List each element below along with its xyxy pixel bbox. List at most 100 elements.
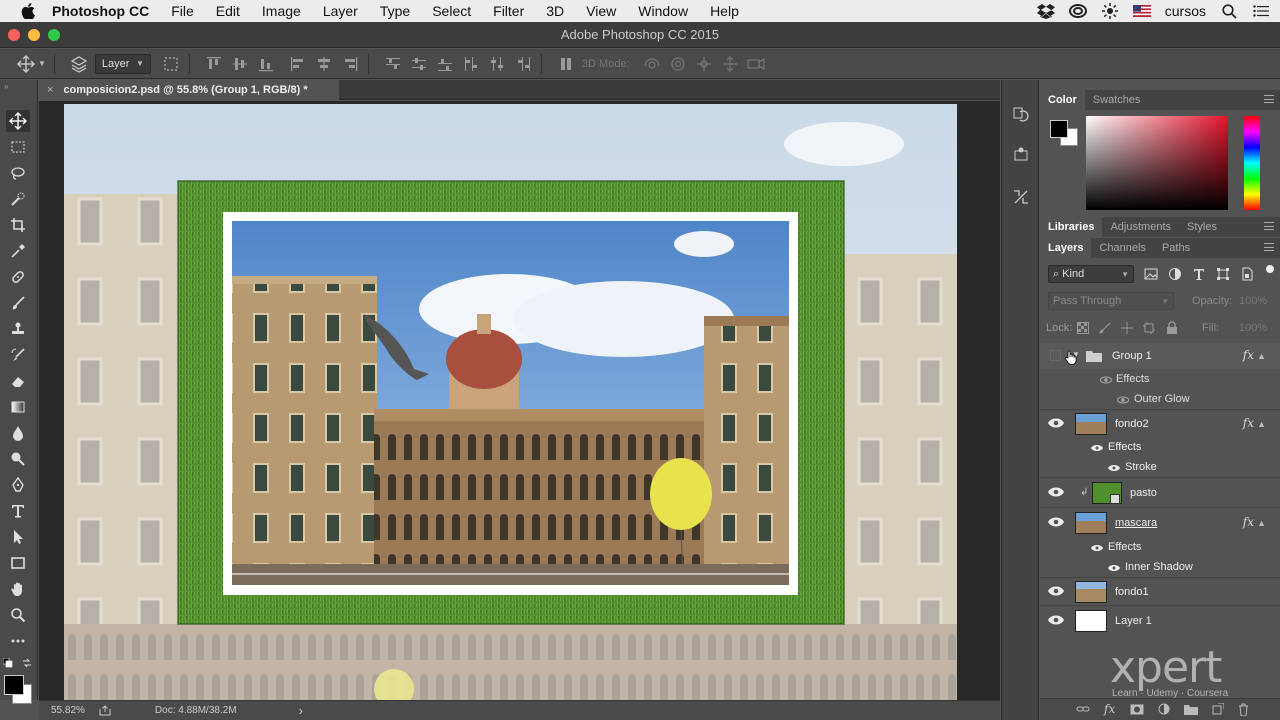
window-maximize-button[interactable] xyxy=(48,29,60,41)
visibility-eye-icon[interactable] xyxy=(1048,586,1064,598)
us-flag-icon[interactable] xyxy=(1132,2,1151,20)
align-right-icon[interactable] xyxy=(340,54,360,74)
blend-mode-dropdown[interactable]: Pass Through ▼ xyxy=(1048,292,1174,310)
layer-effects-row[interactable]: Effects xyxy=(1040,537,1280,557)
tab-libraries[interactable]: Libraries xyxy=(1040,217,1103,237)
menu-help[interactable]: Help xyxy=(710,3,739,19)
pen-tool-icon[interactable] xyxy=(6,474,30,496)
lasso-tool-icon[interactable] xyxy=(6,162,30,184)
distribute-top-icon[interactable] xyxy=(383,54,403,74)
more-tools-icon[interactable] xyxy=(6,630,30,652)
properties-panel-icon[interactable] xyxy=(1010,144,1032,166)
layer-row-mascara[interactable]: mascara fx ▲ xyxy=(1040,507,1280,537)
menu-file[interactable]: File xyxy=(171,3,194,19)
menu-window[interactable]: Window xyxy=(638,3,688,19)
distribute-vcenter-icon[interactable] xyxy=(409,54,429,74)
color-panel-menu-icon[interactable] xyxy=(1264,95,1274,103)
auto-select-dropdown[interactable]: Layer ▼ xyxy=(94,53,151,74)
fx-collapse-icon[interactable]: ▲ xyxy=(1257,419,1266,429)
lock-position-icon[interactable] xyxy=(1121,322,1133,334)
lock-artboard-icon[interactable] xyxy=(1143,322,1155,334)
effect-eye-icon[interactable] xyxy=(1108,563,1120,575)
zoom-tool-icon[interactable] xyxy=(6,604,30,626)
add-mask-icon[interactable] xyxy=(1130,704,1144,718)
effects-eye-icon[interactable] xyxy=(1099,375,1113,387)
layer-effects-row[interactable]: Effects xyxy=(1040,437,1280,457)
tab-layers[interactable]: Layers xyxy=(1040,238,1092,258)
layer-fx-icon[interactable]: fx xyxy=(1243,515,1254,529)
tab-paths[interactable]: Paths xyxy=(1154,238,1198,258)
swap-colors-icon[interactable] xyxy=(22,658,32,668)
menu-select[interactable]: Select xyxy=(432,3,471,19)
add-layer-style-icon[interactable]: fx xyxy=(1104,702,1115,716)
move-tool-preset-icon[interactable] xyxy=(16,54,36,74)
3d-pan-icon[interactable] xyxy=(694,54,714,74)
filter-type-icon[interactable] xyxy=(1192,267,1206,281)
3d-slide-icon[interactable] xyxy=(720,54,740,74)
align-left-icon[interactable] xyxy=(288,54,308,74)
layer-effect-outer-glow[interactable]: Outer Glow xyxy=(1040,389,1280,409)
tab-adjustments[interactable]: Adjustments xyxy=(1102,217,1179,237)
fx-collapse-icon[interactable]: ▲ xyxy=(1257,351,1266,361)
hand-tool-icon[interactable] xyxy=(6,578,30,600)
new-adjustment-layer-icon[interactable] xyxy=(1158,703,1170,718)
user-name[interactable]: cursos xyxy=(1165,3,1206,19)
align-top-icon[interactable] xyxy=(204,54,224,74)
menu-image[interactable]: Image xyxy=(262,3,301,19)
eraser-tool-icon[interactable] xyxy=(6,370,30,392)
visibility-eye-icon[interactable] xyxy=(1048,517,1064,529)
fx-collapse-icon[interactable]: ▲ xyxy=(1257,518,1266,528)
document-tab[interactable]: × composicion2.psd @ 55.8% (Group 1, RGB… xyxy=(39,80,339,100)
filter-shape-icon[interactable] xyxy=(1216,267,1230,281)
layer-row-pasto[interactable]: ↲ pasto xyxy=(1040,477,1280,507)
layer-name[interactable]: pasto xyxy=(1130,487,1157,499)
layer-name[interactable]: Group 1 xyxy=(1112,350,1152,362)
lock-transparent-pixels-icon[interactable] xyxy=(1077,322,1089,334)
adjustments-panel-icon[interactable] xyxy=(1010,186,1032,208)
align-vertical-center-icon[interactable] xyxy=(230,54,250,74)
tab-color[interactable]: Color xyxy=(1040,90,1085,110)
opacity-value[interactable]: 100% xyxy=(1239,295,1267,307)
zoom-level[interactable]: 55.82% xyxy=(51,705,85,716)
effect-eye-icon[interactable] xyxy=(1108,463,1120,475)
layer-name[interactable]: fondo2 xyxy=(1115,418,1149,430)
document-canvas[interactable] xyxy=(64,104,957,700)
window-close-button[interactable] xyxy=(8,29,20,41)
filter-pixel-icon[interactable] xyxy=(1144,267,1158,281)
effects-eye-icon[interactable] xyxy=(1091,443,1103,455)
visibility-toggle-empty[interactable] xyxy=(1050,350,1061,361)
menu-view[interactable]: View xyxy=(586,3,616,19)
move-tool-icon[interactable] xyxy=(6,110,30,132)
fill-value[interactable]: 100% xyxy=(1239,322,1267,334)
align-horizontal-center-icon[interactable] xyxy=(314,54,334,74)
visibility-eye-icon[interactable] xyxy=(1048,615,1064,627)
blur-tool-icon[interactable] xyxy=(6,422,30,444)
lock-image-pixels-icon[interactable] xyxy=(1099,322,1111,334)
color-field[interactable] xyxy=(1086,116,1228,210)
menu-filter[interactable]: Filter xyxy=(493,3,524,19)
app-name-menu[interactable]: Photoshop CC xyxy=(52,3,149,19)
libraries-panel-menu-icon[interactable] xyxy=(1264,222,1274,230)
status-menu-arrow-icon[interactable]: › xyxy=(299,703,303,718)
distribute-hcenter-icon[interactable] xyxy=(487,54,507,74)
apple-icon[interactable] xyxy=(18,0,38,22)
link-layers-icon[interactable] xyxy=(1076,704,1090,717)
healing-brush-tool-icon[interactable] xyxy=(6,266,30,288)
distribute-right-icon[interactable] xyxy=(513,54,533,74)
dodge-tool-icon[interactable] xyxy=(6,448,30,470)
effect-eye-icon[interactable] xyxy=(1116,395,1130,407)
color-panel-fg-swatch[interactable] xyxy=(1050,120,1068,138)
layer-row-group-1[interactable]: ▼ Group 1 fx ▲ xyxy=(1040,343,1280,369)
filter-adjustment-icon[interactable] xyxy=(1168,267,1182,281)
share-icon[interactable] xyxy=(99,705,111,716)
foreground-color-swatch[interactable] xyxy=(4,675,24,695)
type-tool-icon[interactable] xyxy=(6,500,30,522)
creative-cloud-icon[interactable] xyxy=(1068,2,1087,20)
layer-effect-inner-shadow[interactable]: Inner Shadow xyxy=(1040,557,1280,577)
distribute-left-icon[interactable] xyxy=(461,54,481,74)
document-size-info[interactable]: Doc: 4.88M/38.2M xyxy=(155,705,237,716)
search-icon[interactable] xyxy=(1220,2,1238,20)
rectangle-tool-icon[interactable] xyxy=(6,552,30,574)
layer-row-fondo1[interactable]: fondo1 xyxy=(1040,577,1280,605)
menu-type[interactable]: Type xyxy=(380,3,410,19)
